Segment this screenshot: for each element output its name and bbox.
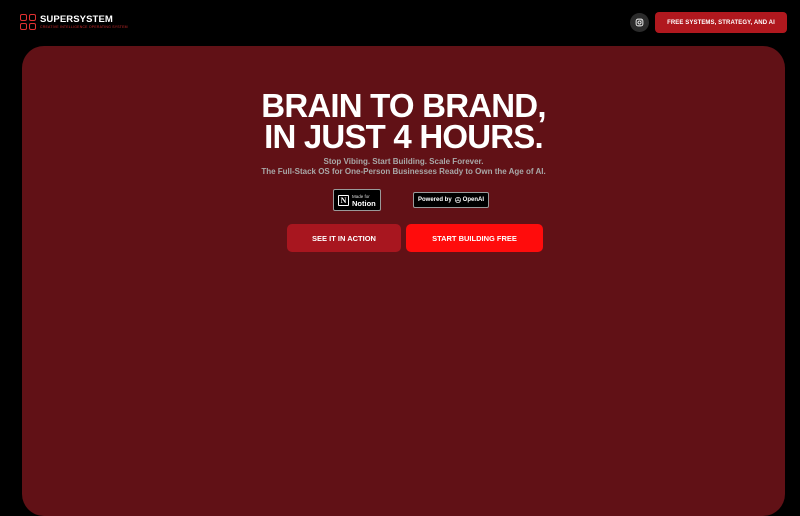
openai-badge-brand: OpenAI — [462, 197, 485, 203]
hero-headline: BRAIN TO BRAND, IN JUST 4 HOURS. — [22, 87, 785, 155]
start-building-free-button[interactable]: START BUILDING FREE — [406, 224, 543, 252]
free-systems-button[interactable]: FREE SYSTEMS, STRATEGY, AND AI — [655, 12, 787, 33]
badge-row: N Made for Notion Powered by OpenAI — [333, 189, 489, 211]
openai-logo: OpenAI — [454, 196, 484, 204]
instagram-icon — [635, 18, 644, 27]
instagram-button[interactable] — [630, 13, 649, 32]
logo[interactable]: SUPERSYSTEM CREATIVE INTELLIGENCE OPERAT… — [20, 14, 128, 30]
hero-subline-1: Stop Vibing. Start Building. Scale Forev… — [323, 157, 484, 166]
openai-badge-prefix: Powered by — [417, 197, 452, 203]
logo-tagline: CREATIVE INTELLIGENCE OPERATING SYSTEM — [40, 24, 128, 29]
logo-title: SUPERSYSTEM — [40, 13, 113, 25]
made-for-notion-badge[interactable]: N Made for Notion — [333, 189, 381, 211]
logo-mark-icon — [20, 14, 36, 30]
headline-line-2: IN JUST 4 HOURS. — [264, 118, 544, 155]
see-it-in-action-button[interactable]: SEE IT IN ACTION — [287, 224, 401, 252]
logo-text: SUPERSYSTEM CREATIVE INTELLIGENCE OPERAT… — [40, 13, 128, 30]
powered-by-openai-badge[interactable]: Powered by OpenAI — [413, 192, 489, 208]
openai-icon — [454, 197, 461, 203]
notion-badge-big: Notion — [352, 199, 376, 208]
notion-badge-text: Made for Notion — [352, 193, 376, 207]
hero-buttons: SEE IT IN ACTION START BUILDING FREE — [287, 224, 543, 252]
headline-line-1: BRAIN TO BRAND, — [261, 87, 546, 124]
notion-icon: N — [338, 194, 349, 206]
hero-subline-2: The Full-Stack OS for One-Person Busines… — [261, 167, 546, 176]
hero-section: BRAIN TO BRAND, IN JUST 4 HOURS. Stop Vi… — [22, 46, 785, 516]
top-navigation: SUPERSYSTEM CREATIVE INTELLIGENCE OPERAT… — [0, 0, 800, 46]
